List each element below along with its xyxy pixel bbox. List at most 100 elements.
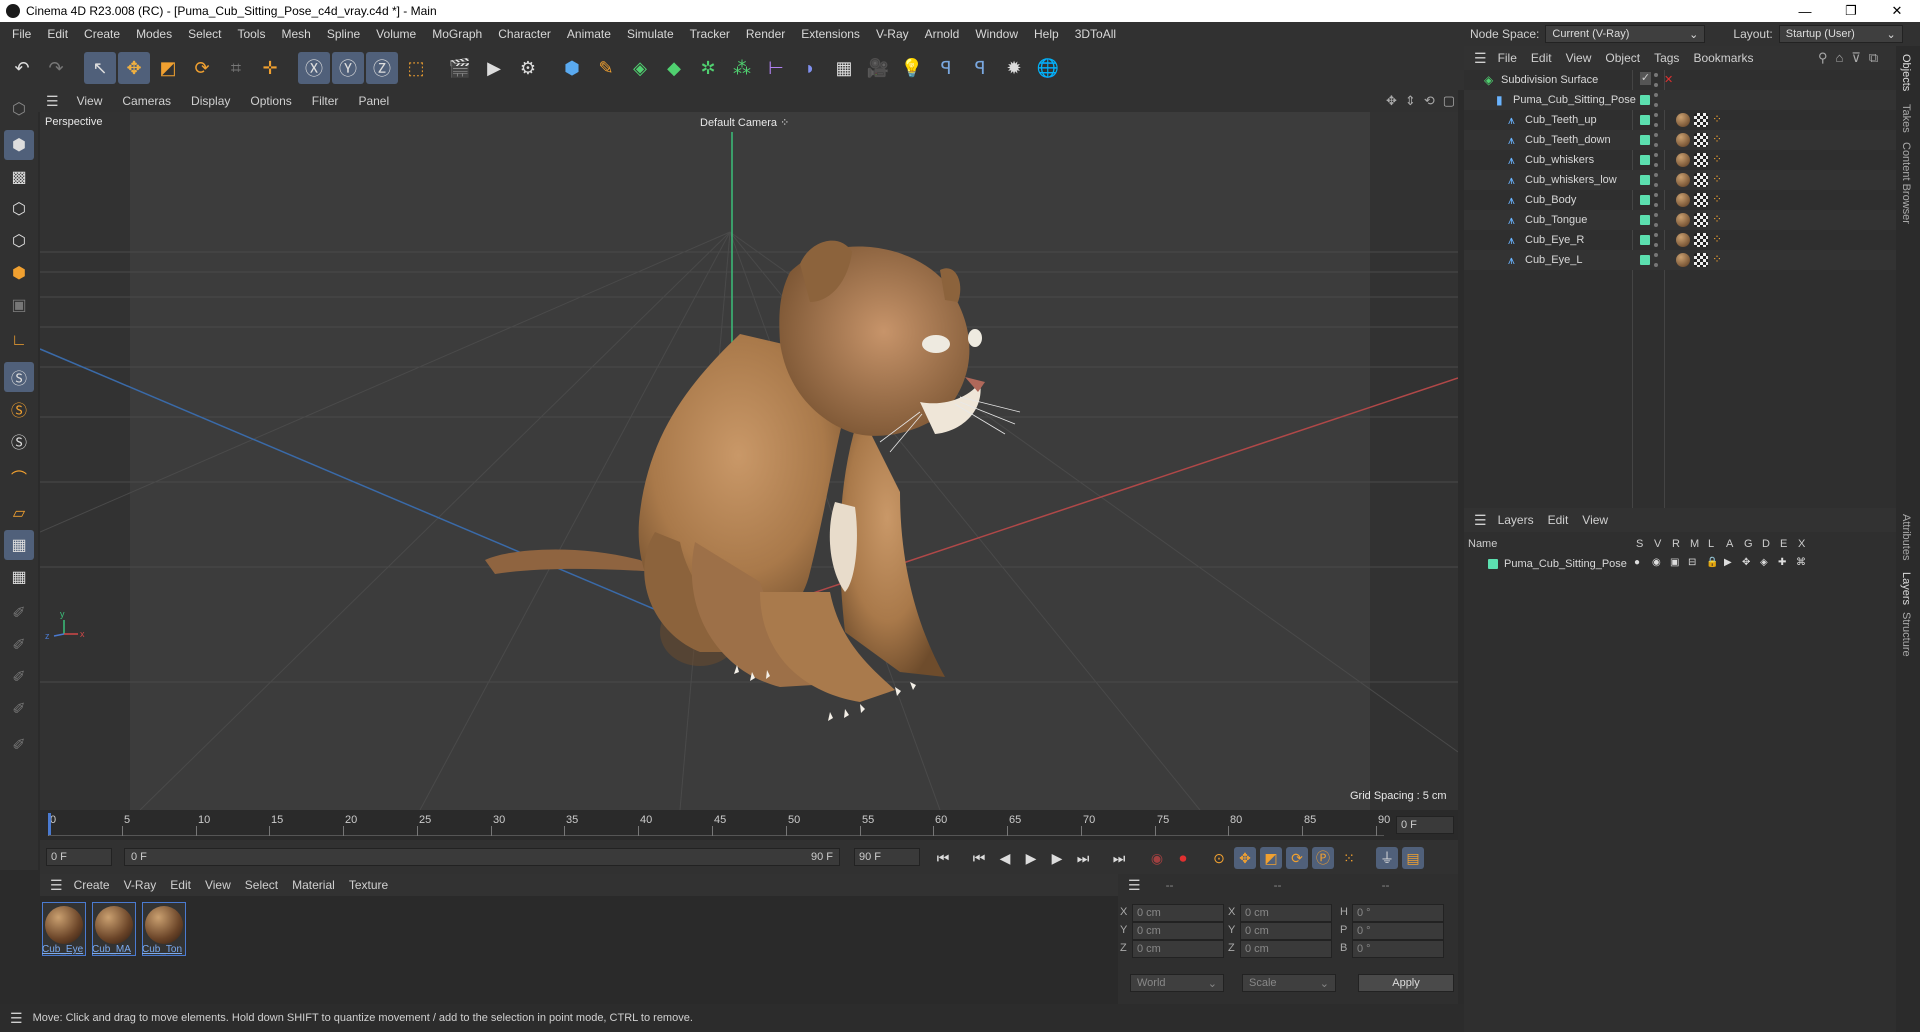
knife-icon[interactable]: ✐ xyxy=(4,730,34,760)
previous-frame-icon[interactable]: ◀ xyxy=(994,847,1016,869)
manager-icon[interactable]: ⊟ xyxy=(1688,557,1696,568)
material-menu-texture[interactable]: Texture xyxy=(342,878,395,892)
coord-value-field[interactable]: 0 cm xyxy=(1240,904,1332,922)
material-tag-icon[interactable] xyxy=(1676,173,1690,187)
texture-checker-tag-icon[interactable] xyxy=(1694,133,1708,147)
render-icon[interactable]: ▣ xyxy=(1670,557,1679,568)
material-menu-edit[interactable]: Edit xyxy=(163,878,198,892)
hamburger-menu-icon[interactable]: ☰ xyxy=(46,877,67,894)
menu-volume[interactable]: Volume xyxy=(368,27,424,41)
z-axis-lock-icon[interactable]: Ⓩ xyxy=(366,52,398,84)
mograph-cloner-icon[interactable]: ✲ xyxy=(692,52,724,84)
coord-value-field[interactable]: 0 cm xyxy=(1240,940,1332,958)
y-axis-lock-icon[interactable]: Ⓨ xyxy=(332,52,364,84)
go-to-start-icon[interactable]: ⏮ xyxy=(932,847,954,869)
grid-plane-icon[interactable]: ▦ xyxy=(4,530,34,560)
solo-dot-icon[interactable]: ● xyxy=(1634,557,1640,568)
maximize-view-icon[interactable]: ▢ xyxy=(1443,93,1455,109)
object-row[interactable]: ⩚ Cub_Body ⁘ xyxy=(1464,190,1896,210)
expression-icon[interactable]: ✚ xyxy=(1778,557,1786,568)
film-strip-icon[interactable]: ▤ xyxy=(1402,847,1424,869)
uv-mode-icon[interactable]: ▣ xyxy=(4,290,34,320)
workplane-icon[interactable]: ▱ xyxy=(4,498,34,528)
vertex-map-tag-icon[interactable]: ⁘ xyxy=(1712,172,1722,186)
material-tag-icon[interactable] xyxy=(1676,153,1690,167)
object-menu-file[interactable]: File xyxy=(1491,51,1524,65)
material-menu-select[interactable]: Select xyxy=(238,878,285,892)
axis-icon[interactable]: ∟ xyxy=(4,326,34,356)
key-position-icon[interactable]: ✥ xyxy=(1234,847,1256,869)
next-key-icon[interactable]: ⏭ xyxy=(1072,847,1094,869)
layer-menu-layers[interactable]: Layers xyxy=(1491,513,1541,527)
tab-objects[interactable]: Objects xyxy=(1900,54,1912,91)
layer-color-chip[interactable] xyxy=(1640,155,1650,165)
model-mode-icon[interactable]: ⬢ xyxy=(4,130,34,160)
visibility-dots-icon[interactable] xyxy=(1654,153,1658,167)
pen-spline-icon[interactable]: ✎ xyxy=(590,52,622,84)
apply-button[interactable]: Apply xyxy=(1358,974,1454,992)
xref-icon[interactable]: ⌘ xyxy=(1796,557,1806,568)
python-icon[interactable]: ꟼ xyxy=(930,52,962,84)
coord-value-field[interactable]: 0 cm xyxy=(1132,922,1224,940)
minimize-button[interactable]: — xyxy=(1782,0,1828,22)
menu-render[interactable]: Render xyxy=(738,27,793,41)
current-frame-field[interactable]: 0 F xyxy=(1396,816,1454,834)
camera-icon[interactable]: 🎥 xyxy=(862,52,894,84)
smooth-icon[interactable]: ✐ xyxy=(4,694,34,724)
autokey-icon[interactable]: ◉ xyxy=(1146,847,1168,869)
texture-checker-tag-icon[interactable] xyxy=(1694,173,1708,187)
cube-icon[interactable]: ⬢ xyxy=(556,52,588,84)
visibility-dots-icon[interactable] xyxy=(1654,113,1658,127)
viewport-menu-options[interactable]: Options xyxy=(240,94,301,108)
layer-color-chip[interactable] xyxy=(1640,115,1650,125)
points-mode-icon[interactable]: ⬡ xyxy=(4,194,34,224)
coord-value-field[interactable]: 0 ° xyxy=(1352,904,1444,922)
coord-value-field[interactable]: 0 ° xyxy=(1352,922,1444,940)
floor-icon[interactable]: ▦ xyxy=(828,52,860,84)
perspective-viewport[interactable]: y x z Perspective Default Camera ⁘ Grid … xyxy=(40,112,1458,810)
menu-modes[interactable]: Modes xyxy=(128,27,180,41)
menu-3dtoall[interactable]: 3DToAll xyxy=(1067,27,1124,41)
layer-row[interactable]: Puma_Cub_Sitting_Pose ● ◉ ▣ ⊟ 🔒 ▶ ✥ ◈ ✚ ⌘ xyxy=(1464,554,1896,574)
texture-mode-icon[interactable]: ▩ xyxy=(4,162,34,192)
magnet-icon[interactable]: ⌒ xyxy=(4,462,34,492)
timeline-ruler[interactable]: 0 5 10 15 20 25 30 35 40 45 50 55 60 65 70 75 80 85 90 0 F xyxy=(40,810,1458,840)
transform-icon[interactable]: ✛ xyxy=(254,52,286,84)
go-to-end-icon[interactable]: ⏭ xyxy=(1108,847,1130,869)
layout-dropdown[interactable]: Startup (User) ⌄ xyxy=(1778,25,1903,43)
vertex-map-tag-icon[interactable]: ⁘ xyxy=(1712,132,1722,146)
paint-icon[interactable]: ✐ xyxy=(4,630,34,660)
previous-key-icon[interactable]: ⏮ xyxy=(968,847,990,869)
viewport-menu-panel[interactable]: Panel xyxy=(348,94,399,108)
viewport-menu-display[interactable]: Display xyxy=(181,94,240,108)
material-menu-create[interactable]: Create xyxy=(67,878,117,892)
object-menu-view[interactable]: View xyxy=(1559,51,1599,65)
texture-checker-tag-icon[interactable] xyxy=(1694,193,1708,207)
key-parameter-icon[interactable]: Ⓟ xyxy=(1312,847,1334,869)
record-icon[interactable]: ⏺ xyxy=(1172,847,1194,869)
vray-settings-icon[interactable]: ✹ xyxy=(998,52,1030,84)
playhead[interactable] xyxy=(48,813,51,835)
polygons-mode-icon[interactable]: ⬢ xyxy=(4,258,34,288)
vertex-map-tag-icon[interactable]: ⁘ xyxy=(1712,232,1722,246)
material-swatch[interactable]: Cub_Eye xyxy=(42,902,86,956)
deformer-icon[interactable]: ⊢ xyxy=(760,52,792,84)
menu-v-ray[interactable]: V-Ray xyxy=(868,27,917,41)
x-axis-lock-icon[interactable]: Ⓧ xyxy=(298,52,330,84)
tab-content-browser[interactable]: Content Browser xyxy=(1900,142,1912,224)
end-frame-field[interactable]: 90 F xyxy=(854,848,920,866)
menu-tools[interactable]: Tools xyxy=(229,27,273,41)
snap-grid-icon[interactable]: Ⓢ xyxy=(4,426,34,456)
visibility-dots-icon[interactable] xyxy=(1654,73,1658,87)
material-tag-icon[interactable] xyxy=(1676,193,1690,207)
texture-checker-tag-icon[interactable] xyxy=(1694,253,1708,267)
render-picture-viewer-icon[interactable]: ▶ xyxy=(478,52,510,84)
layer-menu-edit[interactable]: Edit xyxy=(1541,513,1576,527)
coordinate-system-icon[interactable]: ⬚ xyxy=(400,52,432,84)
layer-color-chip[interactable] xyxy=(1640,255,1650,265)
texture-checker-tag-icon[interactable] xyxy=(1694,153,1708,167)
tab-attributes[interactable]: Attributes xyxy=(1900,514,1912,560)
hamburger-menu-icon[interactable]: ☰ xyxy=(1470,512,1491,529)
orbit-icon[interactable]: ⟲ xyxy=(1424,93,1435,109)
object-row[interactable]: ⩚ Cub_Teeth_down ⁘ xyxy=(1464,130,1896,150)
